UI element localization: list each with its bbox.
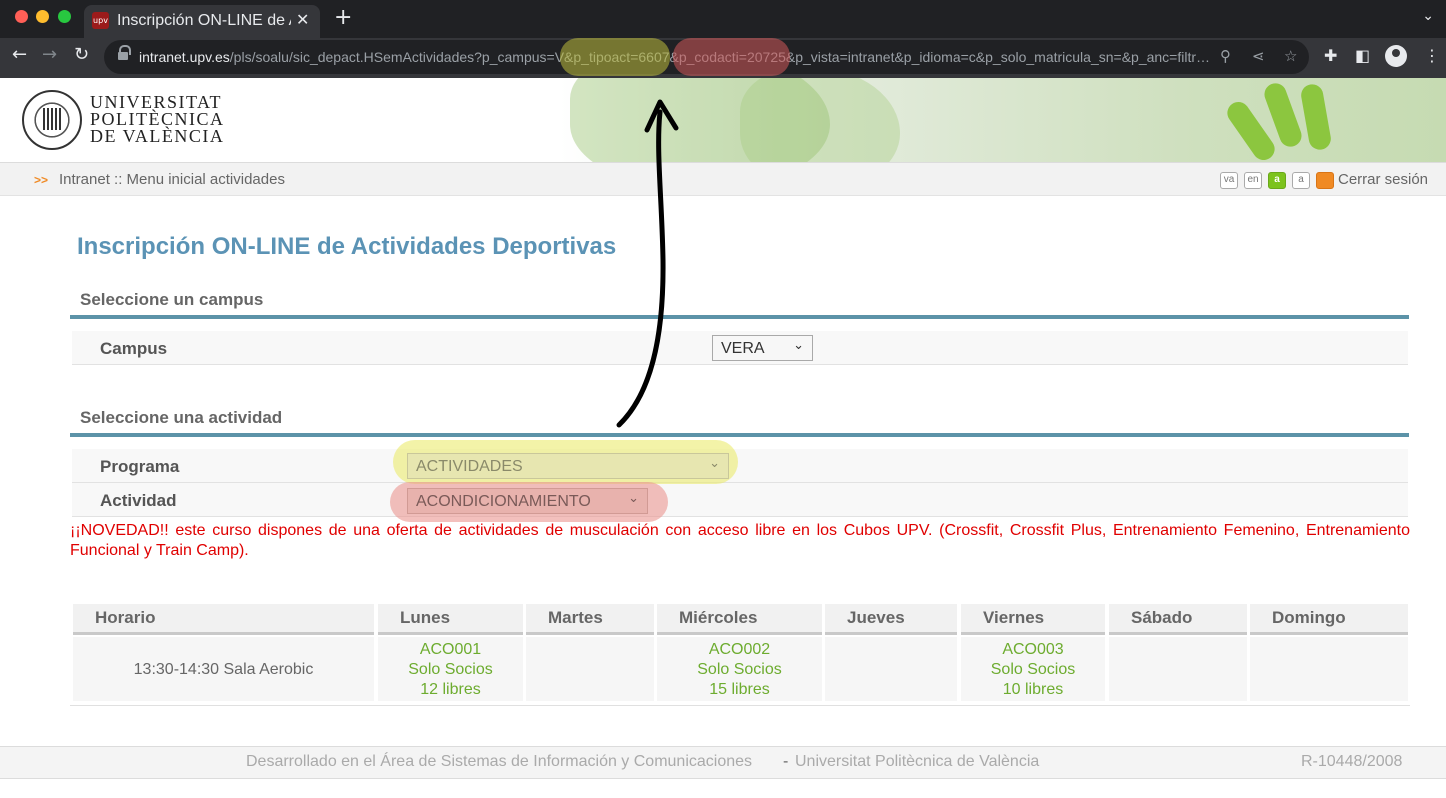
table-divider: [70, 705, 1410, 706]
footer-separator: -: [783, 753, 789, 770]
slot-availability: 12 libres: [420, 681, 481, 698]
table-header-viernes: Viernes: [961, 604, 1105, 635]
table-cell-martes: [526, 637, 654, 701]
extensions-icon[interactable]: ✚: [1324, 46, 1337, 65]
sidepanel-icon[interactable]: ◧: [1355, 46, 1370, 65]
forward-icon[interactable]: →: [42, 44, 57, 65]
breadcrumb[interactable]: Intranet :: Menu inicial actividades: [59, 171, 285, 188]
share-icon[interactable]: ⋖: [1252, 47, 1265, 65]
slot-access: Solo Socios: [408, 661, 493, 678]
slot-access: Solo Socios: [697, 661, 782, 678]
table-cell-horario: 13:30-14:30 Sala Aerobic: [73, 637, 374, 701]
text-size-large-button[interactable]: a: [1292, 172, 1310, 189]
table-header-sabado: Sábado: [1109, 604, 1247, 635]
favicon-icon: upv: [92, 12, 109, 29]
actividad-row: Actividad: [72, 483, 1408, 517]
lang-va-button[interactable]: va: [1220, 172, 1238, 189]
university-logo-text[interactable]: UNIVERSITAT POLITÈCNICA DE VALÈNCIA: [90, 93, 225, 145]
university-seal-logo[interactable]: [22, 90, 82, 150]
programa-select[interactable]: ACTIVIDADES ⌄: [407, 453, 729, 479]
table-header-miercoles: Miércoles: [657, 604, 822, 635]
chevron-down-icon[interactable]: ⌄: [1422, 8, 1434, 24]
logout-lock-icon[interactable]: [1316, 172, 1334, 189]
slot-code[interactable]: ACO002: [657, 640, 822, 660]
table-cell-jueves: [825, 637, 957, 701]
site-header: UNIVERSITAT POLITÈCNICA DE VALÈNCIA: [0, 78, 1446, 162]
reload-icon[interactable]: ↻: [74, 44, 89, 65]
slot-code[interactable]: ACO001: [378, 640, 523, 660]
footer-reference: R-10448/2008: [1301, 753, 1403, 770]
table-cell-sabado: [1109, 637, 1247, 701]
table-header-horario: Horario: [73, 604, 374, 635]
table-header-lunes: Lunes: [378, 604, 523, 635]
footer-developer-link[interactable]: Desarrollado en el Área de Sistemas de I…: [246, 753, 752, 771]
footer-university-link[interactable]: Universitat Politècnica de València: [795, 753, 1039, 771]
new-tab-icon[interactable]: +: [334, 5, 352, 30]
site-footer: Desarrollado en el Área de Sistemas de I…: [0, 746, 1446, 779]
novedad-notice: ¡¡NOVEDAD!! este curso dispones de una o…: [70, 522, 1410, 559]
browser-tab[interactable]: upv Inscripción ON-LINE de Activ ✕: [84, 5, 320, 38]
table-header-martes: Martes: [526, 604, 654, 635]
table-header-jueves: Jueves: [825, 604, 957, 635]
campus-label: Campus: [100, 339, 168, 358]
breadcrumb-arrows-icon: >>: [34, 173, 49, 187]
slot-access: Solo Socios: [990, 661, 1076, 678]
url-highlight-tipoact: [560, 38, 670, 76]
browser-tab-bar: upv Inscripción ON-LINE de Activ ✕ + ⌄: [0, 0, 1446, 38]
menu-icon[interactable]: ⋮: [1424, 46, 1440, 65]
window-zoom-button[interactable]: [58, 10, 71, 23]
star-icon[interactable]: ☆: [1284, 47, 1297, 65]
tab-title: Inscripción ON-LINE de Activ: [117, 12, 291, 29]
actividad-select[interactable]: ACONDICIONAMIENTO ⌄: [407, 488, 648, 514]
url-highlight-codacti: [673, 38, 790, 76]
section-divider: [70, 433, 1409, 437]
table-cell-viernes[interactable]: ACO003 Solo Socios 10 libres: [961, 637, 1105, 701]
profile-icon[interactable]: [1385, 45, 1407, 67]
table-cell-lunes[interactable]: ACO001 Solo Socios 12 libres: [378, 637, 523, 701]
chevron-down-icon: ⌄: [628, 491, 639, 506]
page-title: Inscripción ON-LINE de Actividades Depor…: [77, 233, 617, 260]
window-close-button[interactable]: [15, 10, 28, 23]
table-cell-miercoles[interactable]: ACO002 Solo Socios 15 libres: [657, 637, 822, 701]
section-title-activity: Seleccione una actividad: [80, 408, 283, 427]
zoom-icon[interactable]: ⚲: [1220, 47, 1231, 65]
lang-en-button[interactable]: en: [1244, 172, 1262, 189]
back-icon[interactable]: ←: [12, 44, 27, 65]
programa-label: Programa: [100, 457, 180, 476]
slot-availability: 10 libres: [1002, 681, 1064, 698]
slot-code[interactable]: ACO003: [961, 640, 1105, 660]
programa-row: Programa: [72, 449, 1408, 483]
actividad-label: Actividad: [100, 491, 177, 510]
chevron-down-icon: ⌄: [709, 456, 720, 471]
table-cell-domingo: [1250, 637, 1408, 701]
lock-icon[interactable]: [118, 45, 131, 62]
close-icon[interactable]: ✕: [296, 10, 309, 30]
campus-select[interactable]: VERA ⌄: [712, 335, 813, 361]
table-header-domingo: Domingo: [1250, 604, 1408, 635]
slot-availability: 15 libres: [709, 681, 770, 698]
window-minimize-button[interactable]: [36, 10, 49, 23]
text-size-normal-button[interactable]: a: [1268, 172, 1286, 189]
logout-link[interactable]: Cerrar sesión: [1338, 171, 1428, 188]
chevron-down-icon: ⌄: [793, 338, 804, 353]
header-banner: [560, 78, 1446, 162]
section-title-campus: Seleccione un campus: [80, 290, 264, 309]
breadcrumb-bar: >> Intranet :: Menu inicial actividades …: [0, 162, 1446, 196]
section-divider: [70, 315, 1409, 319]
